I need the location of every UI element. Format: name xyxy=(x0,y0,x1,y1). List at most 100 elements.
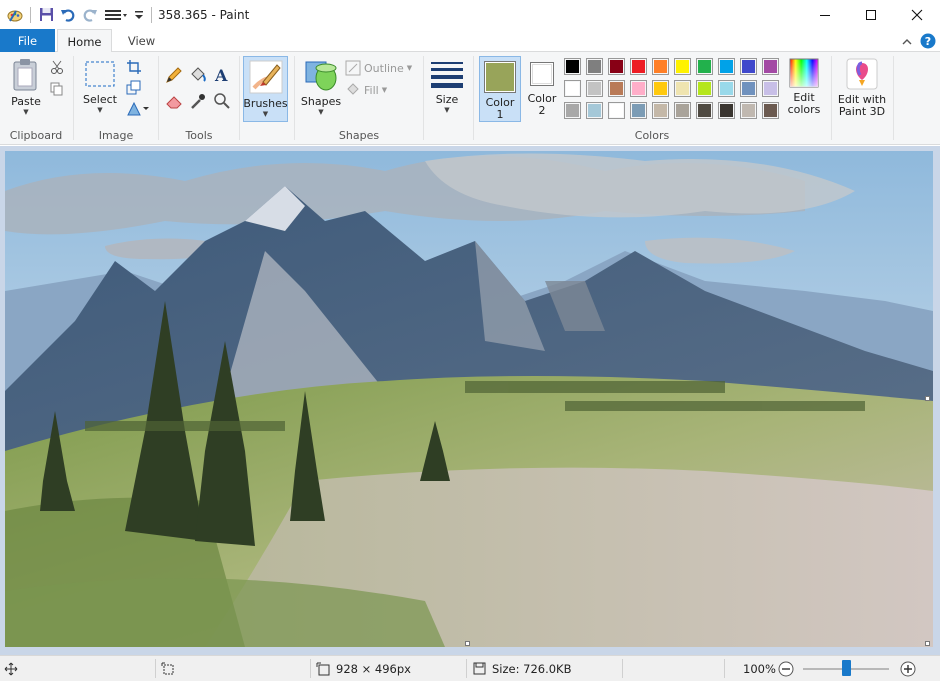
brushes-dropdown-icon[interactable]: ▼ xyxy=(263,110,268,118)
magnifier-icon[interactable] xyxy=(213,92,231,113)
paste-button[interactable]: Paste ▼ xyxy=(6,58,46,116)
select-dropdown-icon[interactable]: ▼ xyxy=(97,106,102,114)
crop-icon[interactable] xyxy=(126,59,142,78)
disk-icon xyxy=(473,662,486,675)
qat-dropdown-icon[interactable] xyxy=(133,6,145,24)
palette-swatch[interactable] xyxy=(652,102,669,119)
palette-swatch[interactable] xyxy=(608,58,625,75)
cursor-position-icon xyxy=(4,656,18,681)
palette-swatch[interactable] xyxy=(586,58,603,75)
palette-swatch[interactable] xyxy=(630,102,647,119)
palette-swatch-color xyxy=(588,60,601,73)
help-icon[interactable]: ? xyxy=(920,33,936,52)
rotate-icon[interactable] xyxy=(126,101,150,120)
palette-swatch[interactable] xyxy=(674,102,691,119)
shapes-group: Shapes ▼ Outline ▼ Fill ▼ Shapes xyxy=(295,52,423,145)
colors-group: Color 1 Color 2 Edit colors Colors xyxy=(474,52,830,145)
color-picker-icon[interactable] xyxy=(189,92,207,113)
palette-swatch[interactable] xyxy=(762,102,779,119)
brushes-button[interactable]: Brushes ▼ xyxy=(243,56,288,122)
maximize-button[interactable] xyxy=(848,0,894,29)
palette-swatch-color xyxy=(764,104,777,117)
select-button[interactable]: Select ▼ xyxy=(80,60,120,114)
edit-colors-button[interactable]: Edit colors xyxy=(784,58,824,116)
palette-swatch[interactable] xyxy=(630,80,647,97)
tab-file[interactable]: File xyxy=(0,29,55,52)
text-icon[interactable]: A xyxy=(213,66,231,87)
color1-button[interactable]: Color 1 xyxy=(479,56,521,122)
shapes-dropdown-icon[interactable]: ▼ xyxy=(318,108,323,116)
ribbon: Paste ▼ Clipboard Select ▼ Image A Tools… xyxy=(0,52,940,145)
close-button[interactable] xyxy=(894,0,940,29)
palette-swatch[interactable] xyxy=(740,80,757,97)
ribbon-tabs: File Home View ? xyxy=(0,29,940,53)
outline-label: Outline xyxy=(364,61,404,75)
pencil-icon[interactable] xyxy=(165,66,183,87)
colors-group-label: Colors xyxy=(634,129,670,142)
eraser-icon[interactable] xyxy=(165,92,183,113)
palette-swatch[interactable] xyxy=(718,102,735,119)
palette-swatch[interactable] xyxy=(740,102,757,119)
cut-icon[interactable] xyxy=(50,60,64,77)
resize-handle-right[interactable] xyxy=(925,396,930,401)
palette-swatch[interactable] xyxy=(586,80,603,97)
resize-icon[interactable] xyxy=(126,80,142,99)
palette-swatch[interactable] xyxy=(608,80,625,97)
tools-group-label: Tools xyxy=(185,129,213,142)
minimize-icon xyxy=(820,14,830,16)
palette-swatch[interactable] xyxy=(718,80,735,97)
paint-app-icon[interactable] xyxy=(6,6,24,24)
edit-with-paint3d-button[interactable]: Edit with Paint 3D xyxy=(834,58,890,118)
title-separator xyxy=(151,6,152,23)
palette-swatch[interactable] xyxy=(674,58,691,75)
palette-swatch[interactable] xyxy=(652,80,669,97)
canvas-workspace[interactable] xyxy=(0,146,940,655)
outline-dropdown-icon: ▼ xyxy=(406,64,413,72)
redo-icon[interactable] xyxy=(81,6,99,24)
outline-button[interactable]: Outline ▼ xyxy=(345,60,412,76)
palette-swatch[interactable] xyxy=(718,58,735,75)
palette-swatch[interactable] xyxy=(696,80,713,97)
zoom-slider-thumb[interactable] xyxy=(841,660,851,676)
paste-dropdown-icon[interactable]: ▼ xyxy=(23,108,28,116)
size-icon xyxy=(431,62,463,88)
palette-swatch[interactable] xyxy=(762,80,779,97)
resize-handle-bottom[interactable] xyxy=(465,641,470,646)
palette-swatch[interactable] xyxy=(564,102,581,119)
zoom-out-button[interactable] xyxy=(778,656,794,681)
brush-icon xyxy=(249,60,282,94)
palette-swatch[interactable] xyxy=(652,58,669,75)
paste-icon xyxy=(13,59,37,91)
collapse-ribbon-icon[interactable] xyxy=(902,36,912,49)
fill-button[interactable]: Fill ▼ xyxy=(345,82,387,98)
drawing-canvas[interactable] xyxy=(5,151,933,647)
minimize-button[interactable] xyxy=(802,0,848,29)
copy-icon[interactable] xyxy=(50,82,64,99)
tab-home[interactable]: Home xyxy=(57,29,112,53)
zoom-in-button[interactable] xyxy=(900,656,916,681)
size-dropdown-icon[interactable]: ▼ xyxy=(444,106,449,114)
palette-swatch[interactable] xyxy=(762,58,779,75)
palette-swatch[interactable] xyxy=(674,80,691,97)
customize-qat-icon[interactable] xyxy=(103,6,129,24)
palette-swatch-color xyxy=(676,82,689,95)
palette-swatch[interactable] xyxy=(696,58,713,75)
resize-handle-corner[interactable] xyxy=(925,641,930,646)
palette-swatch[interactable] xyxy=(630,58,647,75)
fill-bucket-icon[interactable] xyxy=(189,66,207,87)
save-icon[interactable] xyxy=(37,6,55,24)
palette-swatch[interactable] xyxy=(564,80,581,97)
shapes-button[interactable]: Shapes ▼ xyxy=(301,58,341,116)
palette-swatch[interactable] xyxy=(740,58,757,75)
palette-swatch[interactable] xyxy=(586,102,603,119)
undo-icon[interactable] xyxy=(59,6,77,24)
palette-swatch-color xyxy=(632,82,645,95)
palette-swatch[interactable] xyxy=(564,58,581,75)
clipboard-group: Paste ▼ Clipboard xyxy=(0,52,72,145)
palette-swatch[interactable] xyxy=(608,102,625,119)
size-button[interactable]: Size ▼ xyxy=(427,60,467,114)
tab-view[interactable]: View xyxy=(114,29,169,52)
palette-swatch[interactable] xyxy=(696,102,713,119)
zoom-slider[interactable] xyxy=(803,656,889,681)
color2-button[interactable]: Color 2 xyxy=(524,62,560,117)
